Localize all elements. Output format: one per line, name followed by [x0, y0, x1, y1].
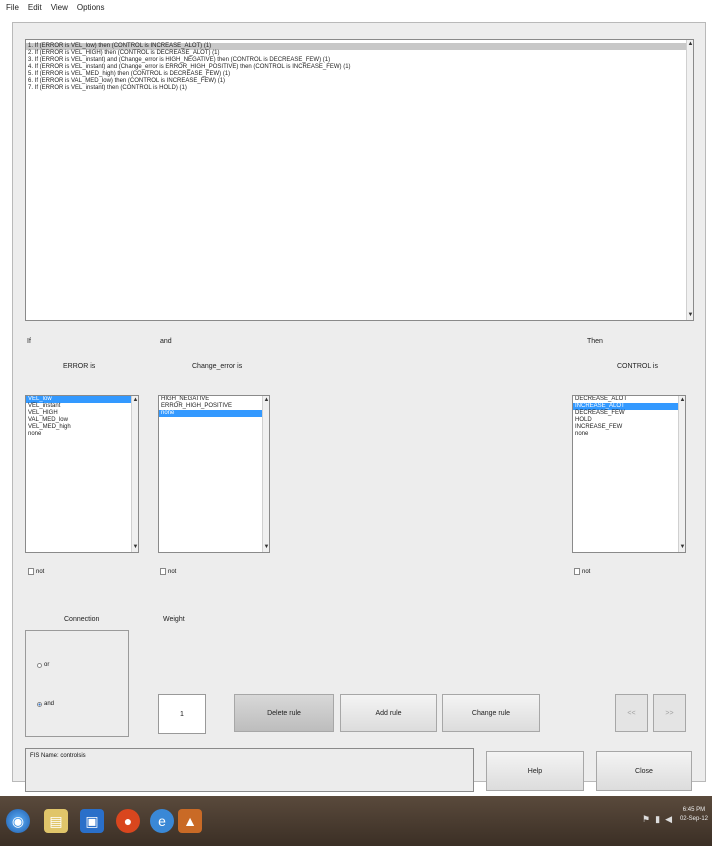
connection-label: Connection — [64, 616, 100, 623]
then-label: Then — [587, 338, 603, 345]
rule-item[interactable]: 7. If (ERROR is VEL_instant) then (CONTR… — [26, 85, 693, 92]
scroll-down-icon[interactable]: ▼ — [132, 543, 138, 552]
error-option[interactable]: VEL_instant — [26, 403, 138, 410]
app-icon[interactable]: ▣ — [80, 809, 104, 833]
error-option[interactable]: VAL_MED_low — [26, 417, 138, 424]
menu-view[interactable]: View — [51, 3, 68, 12]
menu-options[interactable]: Options — [77, 3, 105, 12]
change-error-option[interactable]: ERROR_HIGH_POSITIVE — [159, 403, 269, 410]
flag-icon[interactable]: ⚑ — [642, 814, 650, 825]
rule-item[interactable]: 1. If (ERROR is VEL_low) then (CONTROL i… — [26, 43, 693, 50]
error-option[interactable]: none — [26, 431, 138, 438]
control-option[interactable]: DECREASE_ALOT — [573, 396, 685, 403]
delete-rule-button[interactable]: Delete rule — [234, 694, 334, 732]
error-is-label: ERROR is — [63, 363, 96, 370]
clock[interactable]: 6:45 PM 02-Sep-12 — [680, 806, 708, 824]
not-label: not — [168, 568, 177, 575]
rules-list[interactable]: 1. If (ERROR is VEL_low) then (CONTROL i… — [25, 39, 694, 321]
checkbox-icon[interactable] — [28, 568, 34, 575]
matlab-icon[interactable]: ▲ — [178, 809, 202, 833]
checkbox-icon[interactable] — [574, 568, 580, 575]
scroll-up-icon[interactable]: ▲ — [679, 396, 685, 405]
radio-or-label: or — [44, 662, 50, 668]
scroll-up-icon[interactable]: ▲ — [687, 40, 693, 49]
change-error-not-checkbox[interactable]: not — [160, 568, 176, 575]
change-rule-button[interactable]: Change rule — [442, 694, 540, 732]
browser-icon[interactable]: e — [150, 809, 174, 833]
help-button[interactable]: Help — [486, 751, 584, 791]
error-listbox[interactable]: VEL_low VEL_instant VEL_HIGH VAL_MED_low… — [25, 395, 139, 553]
add-rule-button[interactable]: Add rule — [340, 694, 437, 732]
taskbar: ◉ ▤ ▣ ● e ▲ ⚑ ▮ ◀ 6:45 PM 02-Sep-12 — [0, 796, 712, 846]
change-error-option[interactable]: none — [159, 410, 269, 417]
error-option[interactable]: VEL_MED_high — [26, 424, 138, 431]
change-error-is-label: Change_error is — [192, 363, 243, 370]
connection-groupbox — [25, 630, 129, 737]
and-label: and — [160, 338, 172, 345]
control-option[interactable]: INCREASE_ALOT — [573, 403, 685, 410]
change-error-scrollbar[interactable]: ▲ ▼ — [262, 396, 269, 552]
radio-and-label: and — [44, 701, 55, 707]
not-label: not — [582, 568, 591, 575]
status-bar: FIS Name: controlsis — [25, 748, 474, 792]
system-tray: ⚑ ▮ ◀ — [642, 814, 672, 825]
radio-or[interactable]: or — [37, 662, 49, 668]
media-player-icon[interactable]: ● — [116, 809, 140, 833]
prev-button[interactable]: << — [615, 694, 648, 732]
scroll-down-icon[interactable]: ▼ — [679, 543, 685, 552]
scroll-up-icon[interactable]: ▲ — [132, 396, 138, 405]
error-scrollbar[interactable]: ▲ ▼ — [131, 396, 138, 552]
radio-selected-icon[interactable] — [37, 701, 42, 707]
start-icon[interactable]: ◉ — [6, 809, 30, 833]
if-label: If — [27, 338, 31, 345]
control-scrollbar[interactable]: ▲ ▼ — [678, 396, 685, 552]
scroll-up-icon[interactable]: ▲ — [263, 396, 269, 405]
weight-input[interactable]: 1 — [158, 694, 206, 734]
weight-label: Weight — [163, 616, 185, 623]
volume-icon[interactable]: ◀ — [665, 814, 672, 825]
next-button[interactable]: >> — [653, 694, 686, 732]
scroll-down-icon[interactable]: ▼ — [687, 311, 693, 320]
control-option[interactable]: none — [573, 431, 685, 438]
rule-item[interactable]: 2. If (ERROR is VEL_HIGH) then (CONTROL … — [26, 50, 693, 57]
close-button[interactable]: Close — [596, 751, 692, 791]
network-icon[interactable]: ▮ — [655, 814, 660, 825]
control-option[interactable]: INCREASE_FEW — [573, 424, 685, 431]
menu-file[interactable]: File — [6, 3, 19, 12]
not-label: not — [36, 568, 45, 575]
rule-item[interactable]: 6. If (ERROR is VAL_MED_low) then (CONTR… — [26, 78, 693, 85]
control-option[interactable]: DECREASE_FEW — [573, 410, 685, 417]
control-option[interactable]: HOLD — [573, 417, 685, 424]
control-is-label: CONTROL is — [617, 363, 658, 370]
change-error-listbox[interactable]: HIGH_NEGATIVE ERROR_HIGH_POSITIVE none ▲… — [158, 395, 270, 553]
clock-time: 6:45 PM — [682, 807, 706, 813]
change-error-option[interactable]: HIGH_NEGATIVE — [159, 396, 269, 403]
status-text: FIS Name: controlsis — [30, 753, 86, 759]
checkbox-icon[interactable] — [160, 568, 166, 575]
clock-date: 02-Sep-12 — [679, 816, 708, 822]
error-option[interactable]: VEL_low — [26, 396, 138, 403]
rule-item[interactable]: 5. If (ERROR is VEL_MED_high) then (CONT… — [26, 71, 693, 78]
radio-icon[interactable] — [37, 662, 42, 668]
error-not-checkbox[interactable]: not — [28, 568, 44, 575]
rule-item[interactable]: 4. If (ERROR is VEL_instant) and (Change… — [26, 64, 693, 71]
rules-scrollbar[interactable]: ▲ ▼ — [686, 40, 693, 320]
menu-edit[interactable]: Edit — [28, 3, 42, 12]
control-not-checkbox[interactable]: not — [574, 568, 590, 575]
file-explorer-icon[interactable]: ▤ — [44, 809, 68, 833]
scroll-down-icon[interactable]: ▼ — [263, 543, 269, 552]
radio-and[interactable]: and — [37, 701, 54, 707]
error-option[interactable]: VEL_HIGH — [26, 410, 138, 417]
menu-bar: File Edit View Options — [0, 0, 712, 14]
control-listbox[interactable]: DECREASE_ALOT INCREASE_ALOT DECREASE_FEW… — [572, 395, 686, 553]
rule-item[interactable]: 3. If (ERROR is VEL_instant) and (Change… — [26, 57, 693, 64]
